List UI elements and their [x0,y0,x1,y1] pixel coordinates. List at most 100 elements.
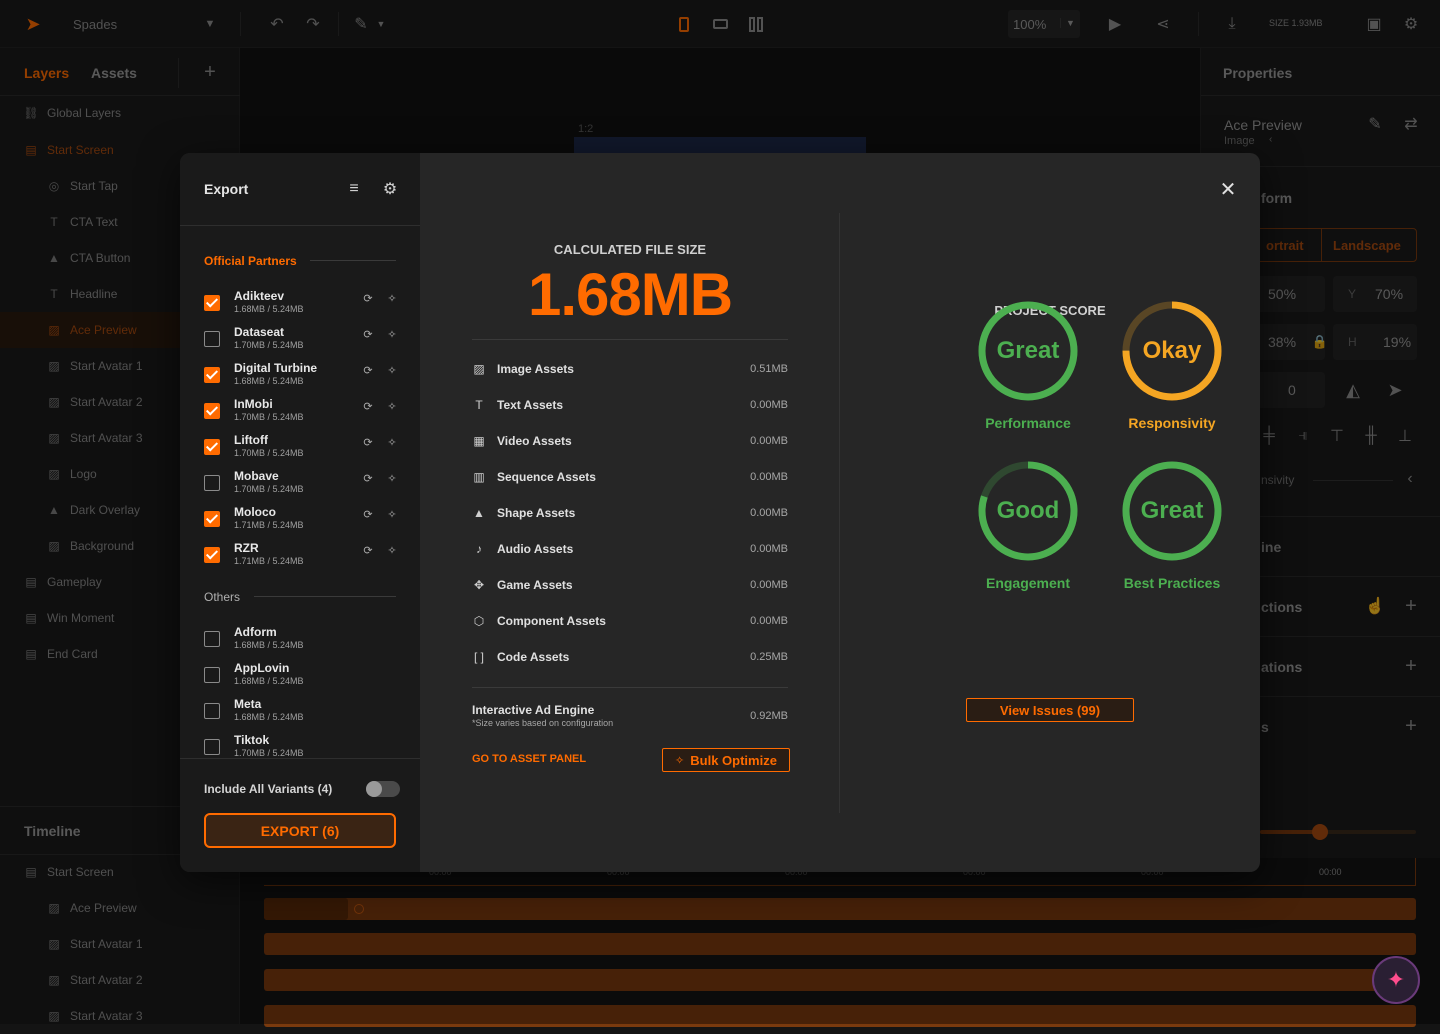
partner-name: Tiktok [234,733,270,747]
optimize-icon[interactable]: ⟳ [361,507,375,521]
asset-label: Shape Assets [497,506,576,520]
partner-size: 1.70MB / 5.24MB [234,412,304,422]
partner-size: 1.70MB / 5.24MB [234,748,304,758]
optimize-icon[interactable]: ⟳ [361,291,375,305]
optimize-icon[interactable]: ⟳ [361,363,375,377]
go-to-asset-panel-link[interactable]: GO TO ASSET PANEL [472,753,586,765]
others-title: Others [204,590,241,604]
asset-size: 0.00MB [750,615,788,627]
partner-size: 1.70MB / 5.24MB [234,448,304,458]
partner-name: AppLovin [234,661,290,675]
asset-row: ▲ Shape Assets 0.00MB [472,503,788,523]
text-icon: T [475,398,483,412]
optimize-icon[interactable]: ⟳ [361,435,375,449]
bulk-optimize-label: Bulk Optimize [690,752,777,768]
optimize-icon[interactable]: ⟳ [361,471,375,485]
partner-item: Meta 1.68MB / 5.24MB [204,697,404,727]
asset-label: Game Assets [497,578,573,592]
partner-checkbox[interactable] [204,439,220,455]
partner-name: Mobave [234,469,279,483]
asset-row: ▥ Sequence Assets 0.00MB [472,467,788,487]
sparkle-icon[interactable]: ✧ [385,291,399,305]
engine-label: Interactive Ad Engine [472,703,595,717]
sparkle-icon[interactable]: ✧ [385,399,399,413]
sparkle-icon[interactable]: ✧ [385,435,399,449]
code-icon: [ ] [473,650,484,664]
partner-name: RZR [234,541,259,555]
asset-row: ▦ Video Assets 0.00MB [472,431,788,451]
optimize-icon[interactable]: ⟳ [361,543,375,557]
partner-checkbox[interactable] [204,703,220,719]
sparkle-icon[interactable]: ✧ [385,543,399,557]
partner-item: Moloco 1.71MB / 5.24MB ⟳ ✧ [204,505,404,535]
partner-size: 1.70MB / 5.24MB [234,484,304,494]
partner-checkbox[interactable] [204,331,220,347]
export-button-label: EXPORT (6) [260,822,340,839]
asset-row: [ ] Code Assets 0.25MB [472,647,788,667]
partner-name: Moloco [234,505,276,519]
engine-value: 0.92MB [750,710,788,722]
partner-item: Adform 1.68MB / 5.24MB [204,625,404,655]
partner-checkbox[interactable] [204,367,220,383]
score-label: Responsivity [1128,415,1216,431]
partner-checkbox[interactable] [204,403,220,419]
partner-item: RZR 1.71MB / 5.24MB ⟳ ✧ [204,541,404,571]
partner-size: 1.68MB / 5.24MB [234,304,304,314]
asset-label: Audio Assets [497,542,574,556]
ai-assistant-button[interactable]: ✦ [1372,956,1420,1004]
sparkle-icon[interactable]: ✧ [385,327,399,341]
export-button[interactable]: EXPORT (6) [204,813,396,848]
asset-size: 0.00MB [750,507,788,519]
partner-checkbox[interactable] [204,511,220,527]
optimize-icon[interactable]: ⟳ [361,327,375,341]
partner-size: 1.70MB / 5.24MB [234,340,304,350]
score-rating: Great [1140,497,1204,524]
component-icon: ⬡ [473,614,485,628]
include-variants-toggle[interactable] [366,781,400,797]
asset-label: Sequence Assets [497,470,596,484]
partner-checkbox[interactable] [204,295,220,311]
partner-name: Adikteev [234,289,285,303]
partner-item: InMobi 1.70MB / 5.24MB ⟳ ✧ [204,397,404,427]
bulk-optimize-button[interactable]: ✧ Bulk Optimize [662,748,790,772]
partner-name: Liftoff [234,433,268,447]
sparkle-icon[interactable]: ✧ [385,507,399,521]
partner-size: 1.71MB / 5.24MB [234,556,304,566]
export-modal: Export ≡ ⚙ Official Partners Adikteev 1.6… [180,153,1260,872]
sparkle-icon[interactable]: ✧ [385,363,399,377]
settings-icon[interactable]: ⚙ [380,179,400,199]
partner-checkbox[interactable] [204,631,220,647]
partner-checkbox[interactable] [204,667,220,683]
partner-name: InMobi [234,397,273,411]
asset-size: 0.00MB [750,399,788,411]
asset-label: Image Assets [497,362,574,376]
partner-item: Adikteev 1.68MB / 5.24MB ⟳ ✧ [204,289,404,319]
partner-item: AppLovin 1.68MB / 5.24MB [204,661,404,691]
asset-size: 0.25MB [750,651,788,663]
sparkle-icon: ✦ [1386,967,1406,992]
engine-note: *Size varies based on configuration [472,718,614,728]
partner-size: 1.68MB / 5.24MB [234,712,304,722]
partner-checkbox[interactable] [204,547,220,563]
shapes-icon: ▲ [473,506,485,520]
filter-icon[interactable]: ≡ [344,179,364,199]
asset-row: ▨ Image Assets 0.51MB [472,359,788,379]
partner-item: Digital Turbine 1.68MB / 5.24MB ⟳ ✧ [204,361,404,391]
partner-checkbox[interactable] [204,475,220,491]
partner-size: 1.68MB / 5.24MB [234,376,304,386]
partner-name: Dataseat [234,325,285,339]
include-variants-label: Include All Variants (4) [204,782,333,796]
view-issues-button[interactable]: View Issues (99) [966,698,1134,722]
asset-label: Component Assets [497,614,606,628]
partner-item: Mobave 1.70MB / 5.24MB ⟳ ✧ [204,469,404,499]
magic-wand-icon: ✧ [675,754,685,767]
partner-checkbox[interactable] [204,739,220,755]
export-sidebar: Export ≡ ⚙ Official Partners Adikteev 1.6… [180,153,420,872]
optimize-icon[interactable]: ⟳ [361,399,375,413]
partner-size: 1.68MB / 5.24MB [234,676,304,686]
partner-name: Adform [234,625,277,639]
sparkle-icon[interactable]: ✧ [385,471,399,485]
asset-row: ♪ Audio Assets 0.00MB [472,539,788,559]
asset-row: ✥ Game Assets 0.00MB [472,575,788,595]
close-icon[interactable]: ✕ [1216,177,1240,201]
